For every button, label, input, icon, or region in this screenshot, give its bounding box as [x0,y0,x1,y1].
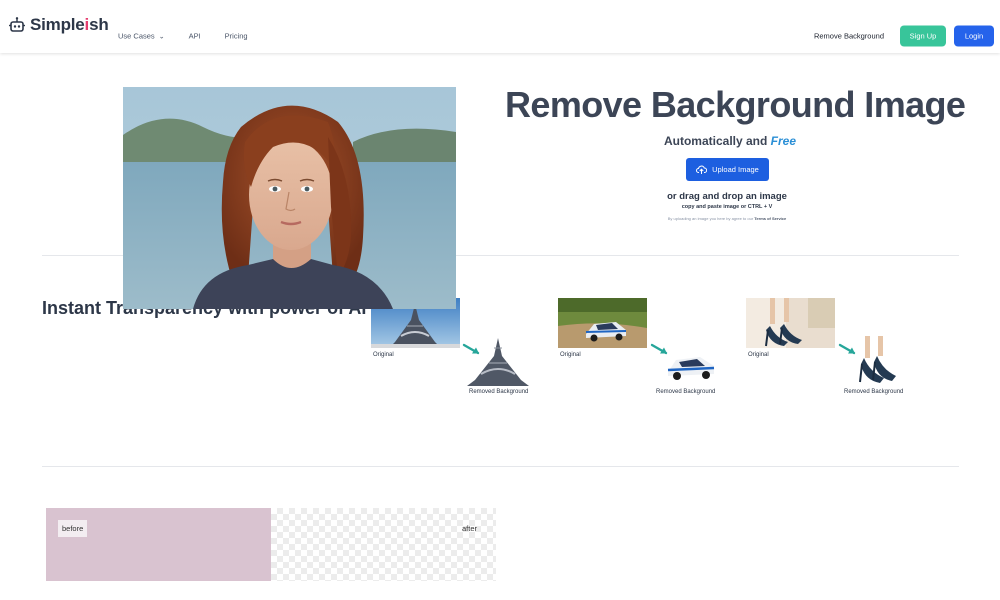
terms-link[interactable]: Terms of Service [754,216,786,221]
section-divider [42,466,959,467]
upload-image-button[interactable]: Upload Image [686,158,769,181]
removed-caption: Removed Background [656,389,716,395]
robot-logo-icon [9,17,25,32]
navbar: Simpleish Use Cases ⌄ API Pricing Remove… [0,0,1000,53]
nav-link-use-cases[interactable]: Use Cases ⌄ [118,32,165,41]
example-removed-image [453,336,543,386]
login-button[interactable]: Login [954,25,994,47]
hero-title: Remove Background Image [505,84,966,125]
brand-name: Simpleish [30,15,109,34]
arrow-right-icon [838,343,856,355]
cloud-upload-icon [696,165,708,174]
terms-notice: By uploading an image you here by agree … [667,216,787,221]
paste-hint-text: copy and paste image or CTRL + V [681,204,773,210]
nav-link-api[interactable]: API [189,32,201,41]
drag-drop-text: or drag and drop an image [667,191,787,202]
original-caption: Original [560,352,581,358]
nav-link-pricing[interactable]: Pricing [225,32,248,41]
nav-actions: Remove Background Sign Up Login [814,25,994,47]
after-image-pane [271,508,496,581]
original-caption: Original [748,352,769,358]
example-removed-image [664,352,718,382]
before-image-pane [46,508,271,581]
original-caption: Original [373,352,394,358]
chevron-down-icon: ⌄ [158,33,165,40]
removed-caption: Removed Background [469,389,529,395]
removed-caption: Removed Background [844,389,904,395]
hero-portrait-image [123,87,456,309]
example-original-image [746,298,835,348]
hero-subtitle: Automatically and Free [663,134,797,148]
nav-remove-background-link[interactable]: Remove Background [814,32,884,41]
signup-button[interactable]: Sign Up [900,25,946,47]
example-original-image [558,298,647,348]
after-label: after [462,524,478,533]
brand-logo[interactable]: Simpleish [8,15,109,35]
example-removed-image [858,336,898,386]
nav-links: Use Cases ⌄ API Pricing [118,32,272,41]
before-label: before [58,520,88,537]
